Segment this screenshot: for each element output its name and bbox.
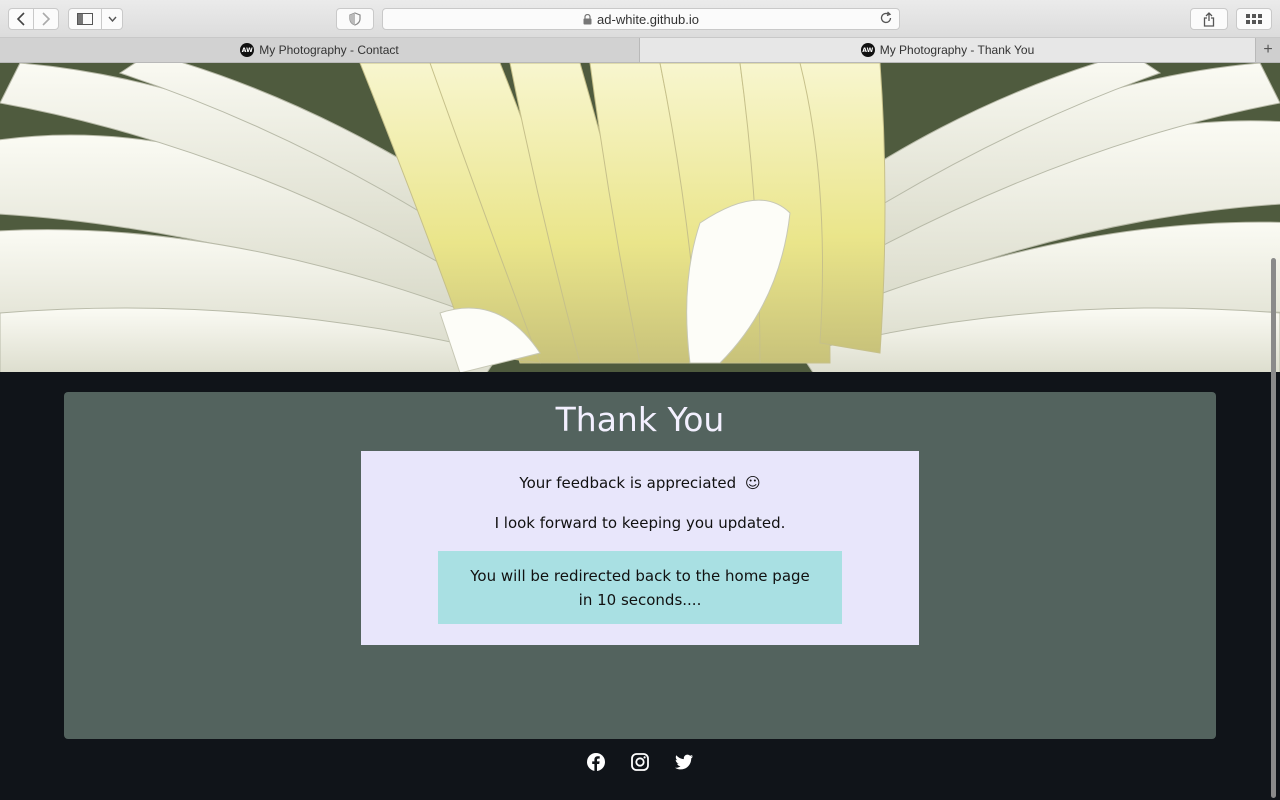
- sidebar-menu-button[interactable]: [102, 9, 122, 29]
- twitter-link[interactable]: [674, 752, 696, 774]
- page-scrollbar[interactable]: [1271, 258, 1276, 798]
- page-title: Thank You: [555, 400, 725, 439]
- reload-icon: [880, 11, 892, 24]
- flower-image: [0, 63, 1280, 372]
- share-icon: [1203, 11, 1215, 27]
- privacy-report-button[interactable]: [336, 8, 374, 30]
- tab-contact[interactable]: AW My Photography - Contact: [0, 38, 640, 62]
- site-favicon: AW: [860, 43, 875, 57]
- tab-bar: AW My Photography - Contact AW My Photog…: [0, 38, 1280, 63]
- back-icon: [17, 12, 25, 26]
- hero-image: [0, 63, 1280, 372]
- back-button[interactable]: [9, 9, 33, 29]
- shield-icon: [349, 12, 361, 26]
- redirect-notice: You will be redirected back to the home …: [438, 551, 842, 624]
- facebook-link[interactable]: [586, 752, 608, 774]
- forward-icon: [42, 12, 51, 26]
- share-button[interactable]: [1190, 8, 1228, 30]
- tab-thank-you[interactable]: AW My Photography - Thank You: [640, 38, 1255, 62]
- sidebar-toggle-group: [68, 8, 123, 30]
- message-box: Your feedback is appreciated ☺ I look fo…: [361, 451, 919, 645]
- social-links: [586, 752, 696, 774]
- instagram-link[interactable]: [630, 752, 652, 774]
- site-favicon: AW: [240, 43, 255, 57]
- chevron-down-icon: [108, 16, 117, 22]
- feedback-text: Your feedback is appreciated: [519, 474, 737, 492]
- lock-icon: [583, 13, 592, 24]
- new-tab-button[interactable]: +: [1255, 38, 1280, 62]
- url-text: ad-white.github.io: [597, 11, 699, 27]
- feedback-message: Your feedback is appreciated ☺: [361, 474, 919, 492]
- tab-title: My Photography - Thank You: [879, 43, 1035, 57]
- forward-button[interactable]: [33, 9, 58, 29]
- tab-title: My Photography - Contact: [259, 43, 399, 57]
- update-message: I look forward to keeping you updated.: [494, 514, 786, 532]
- tab-overview-button[interactable]: [1236, 8, 1272, 30]
- facebook-icon: [587, 753, 605, 771]
- history-nav-group: [8, 8, 59, 30]
- instagram-icon: [631, 753, 649, 771]
- sidebar-button[interactable]: [69, 9, 103, 29]
- reload-button[interactable]: [879, 11, 893, 28]
- address-bar[interactable]: ad-white.github.io: [382, 8, 900, 30]
- thank-you-card: Thank You Your feedback is appreciated ☺…: [64, 392, 1216, 739]
- smiley-icon: ☺: [744, 474, 761, 492]
- twitter-icon: [675, 754, 693, 770]
- tab-overview-icon: [1246, 14, 1262, 24]
- browser-toolbar: ad-white.github.io: [0, 0, 1280, 38]
- sidebar-icon: [77, 13, 94, 25]
